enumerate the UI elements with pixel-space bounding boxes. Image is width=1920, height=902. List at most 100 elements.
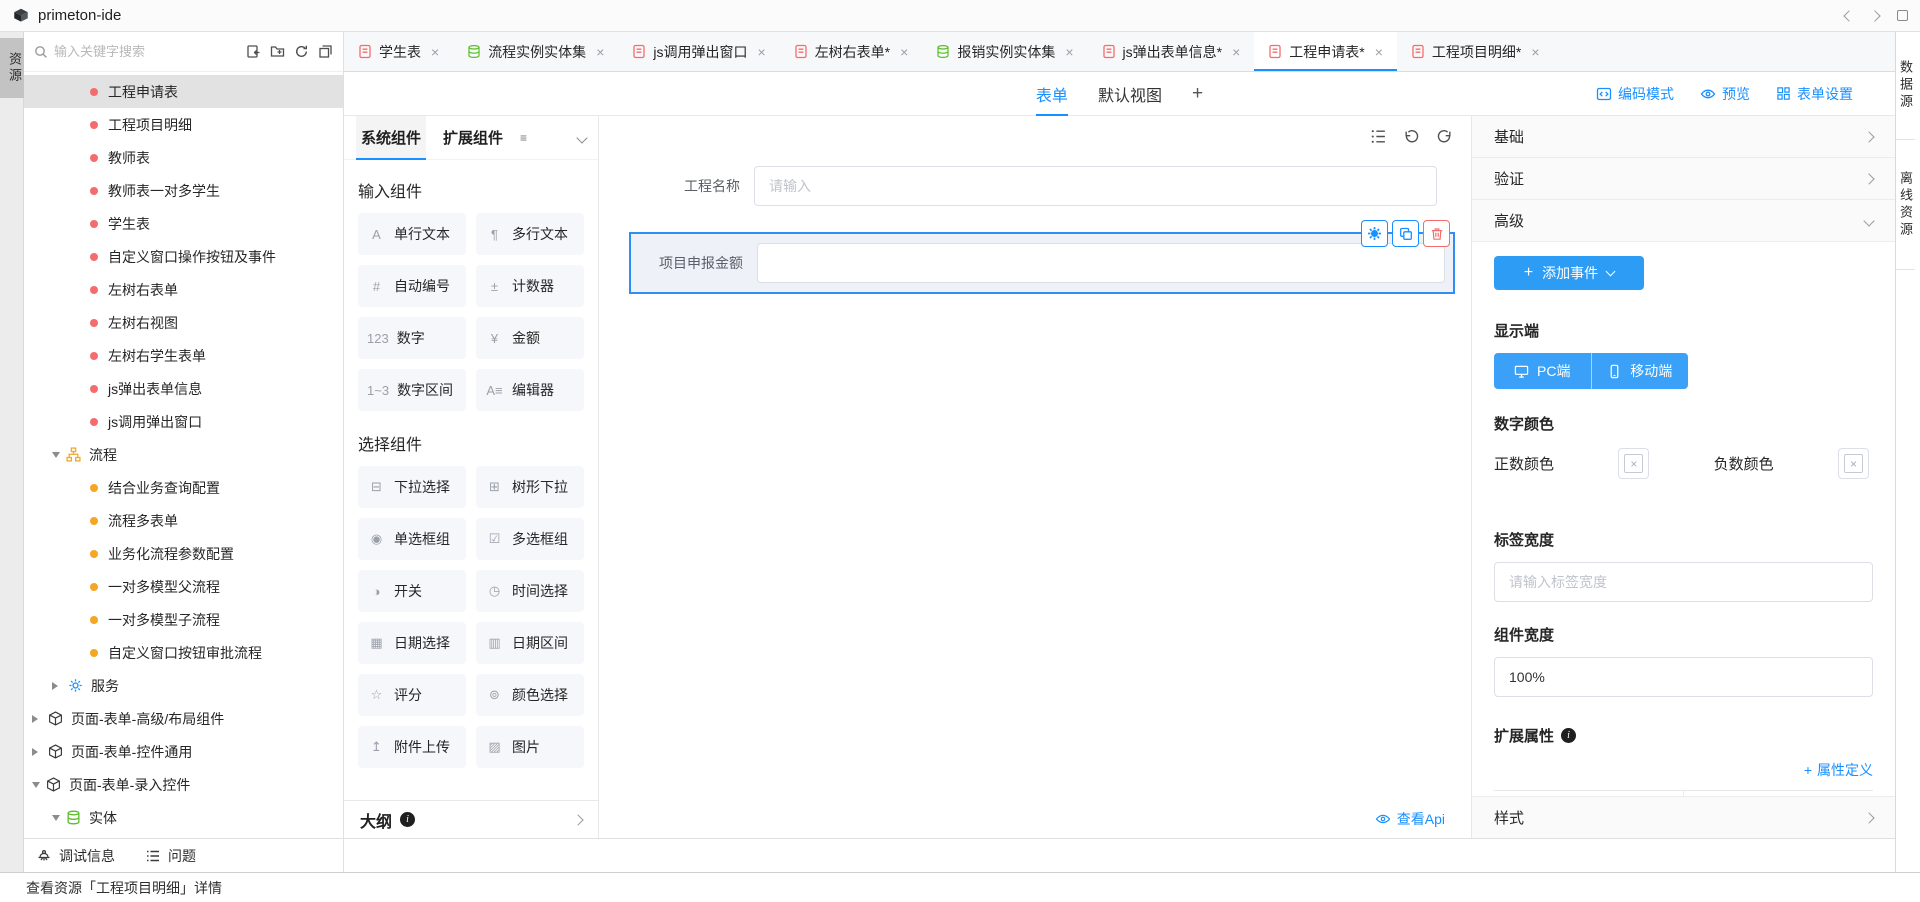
palette-component-tile[interactable]: A 单行文本 xyxy=(358,213,466,255)
forward-icon[interactable] xyxy=(1869,10,1880,21)
close-icon[interactable]: × xyxy=(758,44,766,60)
form-settings-button[interactable]: 表单设置 xyxy=(1776,84,1853,104)
section-validate[interactable]: 验证 xyxy=(1472,158,1895,200)
add-event-button[interactable]: + 添加事件 xyxy=(1494,256,1644,290)
close-icon[interactable]: × xyxy=(1375,44,1383,60)
file-tab[interactable]: js调用弹出窗口 × xyxy=(618,32,779,71)
file-tab[interactable]: 工程申请表* × xyxy=(1254,32,1397,71)
tree-item[interactable]: 左树右表单 xyxy=(24,273,343,306)
label-width-input[interactable] xyxy=(1494,562,1873,602)
palette-component-tile[interactable]: ▦ 日期选择 xyxy=(358,622,466,664)
file-tab[interactable]: 学生表 × xyxy=(344,32,453,71)
outline-list-icon[interactable] xyxy=(1370,128,1387,145)
resources-vertical-tab[interactable]: 资源 xyxy=(0,38,24,98)
close-icon[interactable]: × xyxy=(431,44,439,60)
palette-component-tile[interactable]: ▥ 日期区间 xyxy=(476,622,584,664)
tree-item[interactable]: 实体 xyxy=(24,801,343,834)
search-input[interactable] xyxy=(54,44,240,59)
field-project-name[interactable]: 工程名称 xyxy=(629,166,1455,206)
negative-color-picker[interactable]: × xyxy=(1838,448,1869,479)
palette-menu-icon[interactable] xyxy=(520,131,527,145)
tree-item[interactable]: 自定义窗口操作按钮及事件 xyxy=(24,240,343,273)
declared-amount-input[interactable] xyxy=(757,243,1445,283)
palette-component-tile[interactable]: ⊚ 颜色选择 xyxy=(476,674,584,716)
tree-caret-icon[interactable] xyxy=(32,782,40,792)
import-resource-icon[interactable] xyxy=(246,44,261,59)
palette-component-tile[interactable]: ¥ 金额 xyxy=(476,317,584,359)
tree-caret-icon[interactable] xyxy=(32,715,42,723)
palette-component-tile[interactable]: ☑ 多选框组 xyxy=(476,518,584,560)
tab-default-view[interactable]: 默认视图 xyxy=(1098,72,1162,116)
palette-component-tile[interactable]: ¶ 多行文本 xyxy=(476,213,584,255)
component-copy-button[interactable] xyxy=(1392,220,1419,247)
tree-item[interactable]: 教师表一对多学生 xyxy=(24,174,343,207)
tree-item[interactable]: 一对多模型父流程 xyxy=(24,570,343,603)
palette-component-tile[interactable]: 123 数字 xyxy=(358,317,466,359)
palette-component-tile[interactable]: ▨ 图片 xyxy=(476,726,584,768)
back-icon[interactable] xyxy=(1843,10,1854,21)
tab-system-components[interactable]: 系统组件 xyxy=(356,116,426,160)
datasource-vertical-tab[interactable]: 数据源 xyxy=(1896,32,1915,140)
palette-component-tile[interactable]: ± 计数器 xyxy=(476,265,584,307)
add-view-button[interactable]: + xyxy=(1192,83,1203,105)
tree-item[interactable]: js调用弹出窗口 xyxy=(24,405,343,438)
mobile-side-button[interactable]: 移动端 xyxy=(1591,353,1689,389)
tree-item[interactable]: 教师表 xyxy=(24,141,343,174)
palette-component-tile[interactable]: # 自动编号 xyxy=(358,265,466,307)
palette-component-tile[interactable]: ◑ 开关 xyxy=(358,570,466,612)
field-declared-amount-selected[interactable]: 项目申报金额 xyxy=(629,232,1455,294)
tree-item[interactable]: 页面-表单-控件通用 xyxy=(24,735,343,768)
file-tab[interactable]: js弹出表单信息* × xyxy=(1088,32,1255,71)
close-icon[interactable]: × xyxy=(900,44,908,60)
palette-component-tile[interactable]: ☆ 评分 xyxy=(358,674,466,716)
outline-bar[interactable]: 大纲 i xyxy=(344,800,598,838)
tree-item[interactable]: 工程申请表 xyxy=(24,75,343,108)
tree-item[interactable]: 左树右视图 xyxy=(24,306,343,339)
offline-resources-vertical-tab[interactable]: 离线资源 xyxy=(1896,140,1915,270)
tree-caret-icon[interactable] xyxy=(52,452,60,462)
preview-button[interactable]: 预览 xyxy=(1700,84,1750,104)
tree-caret-icon[interactable] xyxy=(32,748,42,756)
undo-icon[interactable] xyxy=(1403,128,1420,145)
tree-item[interactable]: 自定义窗口按钮审批流程 xyxy=(24,636,343,669)
view-api-link[interactable]: 查看Api xyxy=(599,800,1471,838)
tree-item[interactable]: 业务化流程参数配置 xyxy=(24,537,343,570)
tab-extend-components[interactable]: 扩展组件 xyxy=(438,116,508,160)
tab-form[interactable]: 表单 xyxy=(1036,72,1068,116)
component-width-input[interactable] xyxy=(1494,657,1873,697)
tree-item[interactable]: 页面-表单-录入控件 xyxy=(24,768,343,801)
tree-item[interactable]: js弹出表单信息 xyxy=(24,372,343,405)
palette-collapse-icon[interactable] xyxy=(576,132,587,143)
close-icon[interactable]: × xyxy=(1232,44,1240,60)
file-tab[interactable]: 工程项目明细* × xyxy=(1397,32,1554,71)
collapse-all-icon[interactable] xyxy=(318,44,333,59)
palette-component-tile[interactable]: ⊟ 下拉选择 xyxy=(358,466,466,508)
section-style[interactable]: 样式 xyxy=(1472,796,1895,838)
code-mode-button[interactable]: 编码模式 xyxy=(1596,84,1674,104)
palette-component-tile[interactable]: A≡ 编辑器 xyxy=(476,369,584,411)
close-icon[interactable]: × xyxy=(1065,44,1073,60)
close-icon[interactable]: × xyxy=(596,44,604,60)
new-folder-icon[interactable] xyxy=(270,44,285,59)
tree-item[interactable]: 结合业务查询配置 xyxy=(24,471,343,504)
file-tab[interactable]: 报销实例实体集 × xyxy=(922,32,1087,71)
problems-button[interactable]: 问题 xyxy=(145,846,196,866)
file-tab[interactable]: 左树右表单* × xyxy=(780,32,923,71)
refresh-icon[interactable] xyxy=(294,44,309,59)
palette-component-tile[interactable]: ↥ 附件上传 xyxy=(358,726,466,768)
tree-item[interactable]: 学生表 xyxy=(24,207,343,240)
tree-item[interactable]: 流程多表单 xyxy=(24,504,343,537)
tree-caret-icon[interactable] xyxy=(52,815,60,825)
positive-color-picker[interactable]: × xyxy=(1618,448,1649,479)
tree-caret-icon[interactable] xyxy=(52,682,62,690)
close-icon[interactable]: × xyxy=(1531,44,1539,60)
palette-component-tile[interactable]: 1~3 数字区间 xyxy=(358,369,466,411)
component-settings-button[interactable] xyxy=(1361,220,1388,247)
tree-item[interactable]: 流程 xyxy=(24,438,343,471)
file-tab[interactable]: 流程实例实体集 × xyxy=(453,32,618,71)
debug-info-button[interactable]: 调试信息 xyxy=(36,846,115,866)
tree-item[interactable]: 服务 xyxy=(24,669,343,702)
palette-component-tile[interactable]: ⊞ 树形下拉 xyxy=(476,466,584,508)
redo-icon[interactable] xyxy=(1436,128,1453,145)
tree-item[interactable]: 工程项目明细 xyxy=(24,108,343,141)
